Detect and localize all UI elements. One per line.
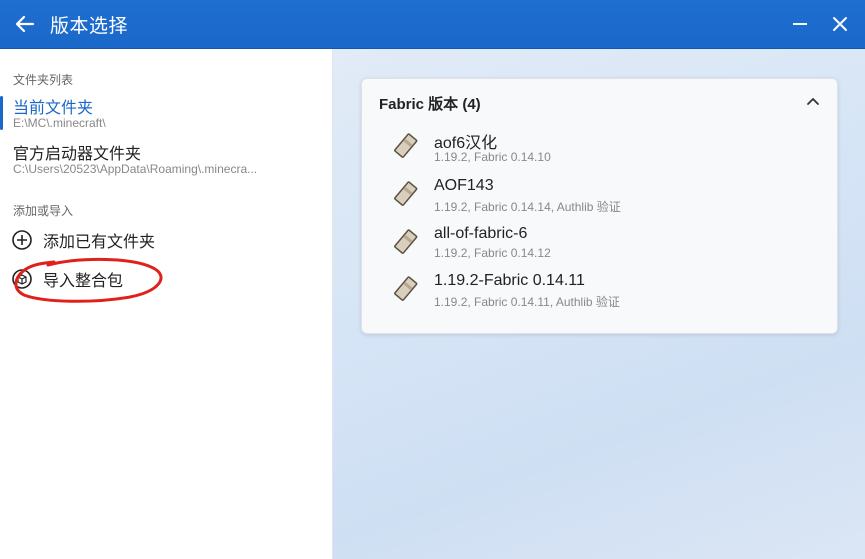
minimize-icon [793,23,807,25]
collapse-button[interactable] [803,91,823,111]
fabric-versions-card: Fabric 版本 (4) aof6汉化 1.19.2, Fabric 0.14… [361,78,838,334]
version-description: 1.19.2, Fabric 0.14.12 [434,246,551,260]
version-item[interactable]: AOF143 1.19.2, Fabric 0.14.14, Authlib 验… [362,175,837,221]
minimize-button[interactable] [789,13,811,35]
folder-path: E:\MC\.minecraft\ [13,116,106,130]
folder-path: C:\Users\20523\AppData\Roaming\.minecra.… [13,162,258,176]
folder-name: 当前文件夹 [13,100,94,117]
selected-indicator [0,96,3,130]
package-icon [11,268,33,290]
version-item[interactable]: 1.19.2-Fabric 0.14.11 1.19.2, Fabric 0.1… [362,270,837,316]
folder-name: 官方启动器文件夹 [13,146,142,163]
version-description: 1.19.2, Fabric 0.14.11, Authlib 验证 [434,295,620,309]
version-item[interactable]: all-of-fabric-6 1.19.2, Fabric 0.14.12 [362,223,837,269]
folder-item-official-launcher[interactable]: 官方启动器文件夹 C:\Users\20523\AppData\Roaming\… [0,140,332,184]
version-name: 1.19.2-Fabric 0.14.11 [434,272,585,289]
chevron-up-icon [807,98,819,105]
main-area: Fabric 版本 (4) aof6汉化 1.19.2, Fabric 0.14… [333,49,865,559]
version-item[interactable]: aof6汉化 1.19.2, Fabric 0.14.10 [362,127,837,173]
add-existing-folder-label: 添加已有文件夹 [43,234,156,251]
add-existing-folder-button[interactable]: 添加已有文件夹 [0,223,332,257]
folders-section-title: 文件夹列表 [13,73,74,87]
back-button[interactable] [0,0,50,48]
window-title: 版本选择 [50,15,129,37]
folder-item-current[interactable]: 当前文件夹 E:\MC\.minecraft\ [0,94,332,138]
fabric-scroll-icon [394,229,418,254]
add-section-title: 添加或导入 [13,204,74,218]
card-title: Fabric 版本 (4) [379,96,481,113]
import-modpack-label: 导入整合包 [43,273,124,290]
plus-circle-icon [11,229,33,251]
arrow-left-icon [15,15,35,33]
version-description: 1.19.2, Fabric 0.14.10 [434,150,551,164]
title-bar: 版本选择 [0,0,865,49]
import-modpack-button[interactable]: 导入整合包 [0,262,332,296]
close-button[interactable] [829,13,851,35]
close-icon [833,17,847,31]
version-name: all-of-fabric-6 [434,225,528,242]
fabric-scroll-icon [394,276,418,301]
fabric-scroll-icon [394,133,418,158]
version-name: AOF143 [434,177,494,194]
version-description: 1.19.2, Fabric 0.14.14, Authlib 验证 [434,200,621,214]
sidebar: 文件夹列表 当前文件夹 E:\MC\.minecraft\ 官方启动器文件夹 C… [0,49,333,559]
fabric-scroll-icon [394,181,418,206]
